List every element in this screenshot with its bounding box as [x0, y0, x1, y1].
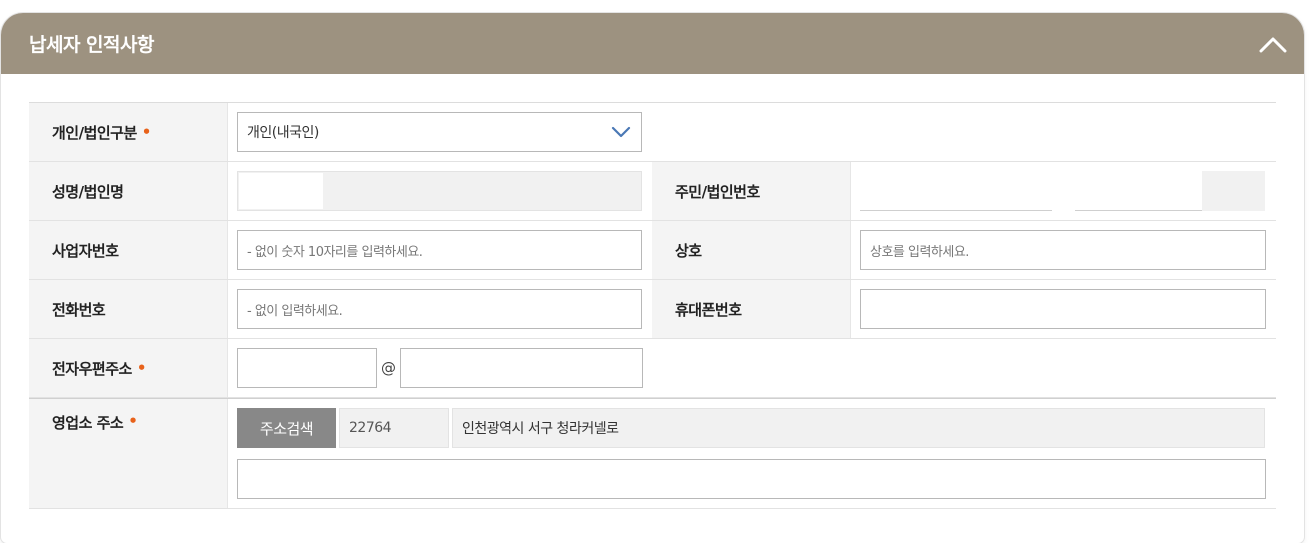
- postal-code-field: 22764: [339, 408, 449, 448]
- row-address: 영업소 주소 • 주소검색 22764 인천광역시 서구 청라커넬로: [29, 398, 1276, 509]
- type-label: 개인/법인구분 •: [29, 103, 228, 161]
- road-address-field: 인천광역시 서구 청라커넬로: [452, 408, 1265, 448]
- phone-input[interactable]: - 없이 입력하세요.: [237, 289, 642, 329]
- id-number-label: 주민/법인번호: [652, 162, 851, 220]
- chevron-up-icon: [1259, 37, 1287, 53]
- panel-header: 납세자 인적사항: [1, 13, 1304, 74]
- row-email: 전자우편주소 • @: [29, 339, 1276, 398]
- form-table: 개인/법인구분 • 개인(내국인) 성명/법인명 주민/법인번호 사업자번호 -…: [29, 102, 1276, 509]
- required-dot: •: [128, 412, 138, 430]
- address-label: 영업소 주소 •: [29, 399, 228, 508]
- email-domain-input[interactable]: [400, 348, 643, 388]
- type-select-value: 개인(내국인): [247, 125, 319, 141]
- collapse-button[interactable]: [1256, 27, 1290, 61]
- email-label: 전자우편주소 •: [29, 339, 228, 397]
- id-number-front-field[interactable]: [860, 171, 1052, 211]
- business-number-input[interactable]: - 없이 숫자 10자리를 입력하세요.: [237, 230, 642, 270]
- business-number-label: 사업자번호: [29, 221, 228, 279]
- mobile-label: 휴대폰번호: [652, 280, 851, 338]
- row-type: 개인/법인구분 • 개인(내국인): [29, 103, 1276, 162]
- name-field: [237, 171, 642, 211]
- at-sign: @: [381, 359, 396, 377]
- panel-title: 납세자 인적사항: [29, 34, 154, 56]
- company-input[interactable]: 상호를 입력하세요.: [860, 230, 1266, 270]
- id-number-back-field[interactable]: [1075, 171, 1202, 211]
- chevron-down-icon: [611, 126, 631, 138]
- taxpayer-info-panel: 납세자 인적사항 개인/법인구분 • 개인(내국인) 성명/법인명 주민/법인번…: [1, 13, 1304, 543]
- type-select[interactable]: 개인(내국인): [237, 112, 642, 152]
- required-dot: •: [141, 123, 152, 141]
- name-label: 성명/법인명: [29, 162, 228, 220]
- row-business: 사업자번호 - 없이 숫자 10자리를 입력하세요. 상호 상호를 입력하세요.: [29, 221, 1276, 280]
- company-label: 상호: [652, 221, 851, 279]
- required-dot: •: [136, 359, 147, 377]
- mobile-input[interactable]: [860, 289, 1266, 329]
- phone-label: 전화번호: [29, 280, 228, 338]
- email-id-input[interactable]: [237, 348, 377, 388]
- id-number-mask: [1202, 171, 1265, 211]
- address-detail-input[interactable]: [237, 459, 1266, 499]
- row-phone: 전화번호 - 없이 입력하세요. 휴대폰번호: [29, 280, 1276, 339]
- row-name-id: 성명/법인명 주민/법인번호: [29, 162, 1276, 221]
- address-search-button[interactable]: 주소검색: [237, 408, 336, 448]
